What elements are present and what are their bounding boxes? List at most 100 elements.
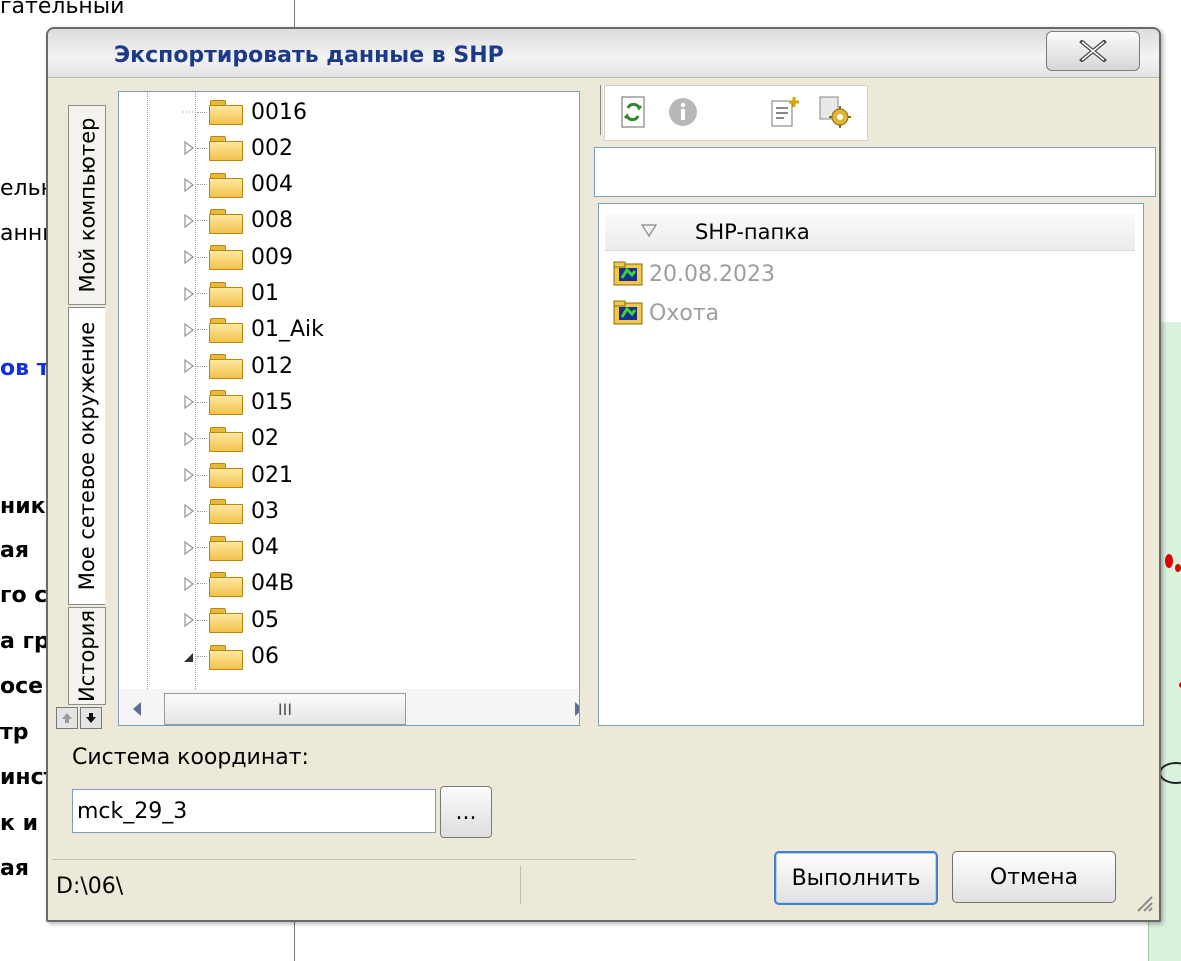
tree-connector-line [197,184,207,186]
close-button[interactable] [1046,31,1140,71]
scroll-left-icon[interactable] [131,700,143,718]
folder-icon [209,463,243,488]
cancel-button[interactable]: Отмена [952,851,1116,903]
tree-folder-item[interactable]: 04B [183,566,294,602]
shp-folder-icon [613,261,643,286]
folder-icon [209,499,243,525]
tree-folder-item[interactable]: 004 [183,167,293,203]
resize-grip-icon[interactable] [1132,891,1154,913]
tree-folder-label: 01_Aik [251,317,324,343]
tree-connector-line [197,293,207,294]
tree-connector-line [197,256,207,258]
tab-my-computer[interactable]: Мой компьютер [68,105,106,305]
shp-folder-item[interactable]: 20.08.2023 [613,256,775,292]
expand-arrow-icon[interactable] [183,322,195,337]
status-path: D:\06\ [56,874,124,899]
export-shp-dialog: Экспортировать данные в SHP Мой компьюте… [46,27,1161,922]
tree-folder-label: 04B [251,571,295,597]
scroll-grip-icon: III [277,699,293,719]
coordinate-system-field[interactable]: mck_29_3 [72,789,436,833]
folder-icon [209,136,243,162]
tab-network-label: Мое сетевое окружение [75,321,99,591]
dialog-titlebar[interactable]: Экспортировать данные в SHP [48,29,1159,78]
tree-folder-item[interactable]: 01_Aik [183,312,324,348]
tree-horizontal-scrollbar[interactable]: III [119,689,580,725]
tree-connector-line [197,510,207,512]
folder-tree[interactable]: 0016 002 004 008 009 01 01_Aik 012 015 02 021 03 04 0… [118,91,580,726]
expand-arrow-icon[interactable] [183,395,195,410]
tree-folder-label: 015 [251,389,293,415]
tree-connector-line [197,147,207,149]
tree-folder-label: 009 [251,244,293,270]
tree-connector-line [197,583,207,585]
tree-folder-item[interactable]: 04 [183,530,279,566]
expand-arrow-icon[interactable] [183,431,195,446]
arrow-down-icon [86,713,96,723]
execute-button[interactable]: Выполнить [774,851,938,905]
expand-arrow-icon[interactable] [183,286,195,301]
tab-network[interactable]: Мое сетевое окружение [68,307,105,605]
expand-arrow-icon[interactable] [183,177,195,192]
tree-folder-item[interactable]: 0016 [183,94,307,130]
arrow-up-icon [62,713,72,723]
info-button[interactable] [667,96,699,128]
folder-icon [209,571,243,597]
status-bar: D:\06\ [52,859,636,910]
expand-arrow-icon[interactable] [183,468,195,482]
new-document-button[interactable] [769,96,801,128]
dialog-title: Экспортировать данные в SHP [114,43,504,68]
sort-indicator-icon [641,224,657,238]
info-icon [669,98,697,126]
settings-button[interactable] [819,96,851,128]
tree-folder-item[interactable]: 008 [183,203,293,239]
expand-arrow-icon[interactable] [183,250,195,265]
tree-connector [183,111,195,113]
expand-arrow-icon[interactable] [183,213,195,228]
tree-folder-item[interactable]: 03 [183,493,279,529]
expand-arrow-icon[interactable] [183,613,195,628]
refresh-button[interactable] [617,96,649,128]
tree-folder-item[interactable]: 012 [183,348,293,384]
expand-arrow-icon[interactable] [183,576,195,591]
tab-history[interactable]: История [68,607,106,705]
tree-folder-item[interactable]: 05 [183,602,279,638]
expand-arrow-icon[interactable] [183,141,195,156]
folder-icon [209,281,243,307]
background-text-line: гательный [0,0,125,19]
folder-icon [209,100,243,125]
tree-folder-item[interactable]: 002 [183,130,293,166]
list-column-header[interactable]: SHP-папка [605,214,1135,251]
shp-folder-list[interactable]: SHP-папка 20.08.2023 Охота [598,203,1144,726]
tree-folder-item[interactable]: 02 [183,421,279,457]
shp-folder-label: 20.08.2023 [649,261,775,287]
expand-arrow-icon[interactable] [183,359,195,374]
folder-icon [209,317,243,343]
tree-folder-item[interactable]: 021 [183,457,293,493]
folder-icon [209,172,243,198]
tree-horizontal-scroll-thumb[interactable]: III [164,693,406,725]
scroll-right-icon[interactable] [573,700,580,718]
tree-folder-label: 01 [251,281,279,306]
folder-icon [209,426,243,452]
background-text-line: ник [0,494,46,519]
tab-scroll-arrows [56,707,102,729]
tree-folder-item[interactable]: 009 [183,239,293,275]
folder-icon [209,354,243,380]
tab-scroll-down-button[interactable] [80,707,102,729]
tree-folder-item[interactable]: 01 [183,276,279,312]
tree-folder-label: 012 [251,353,293,379]
shp-folder-item[interactable]: Охота [613,295,719,331]
coordinate-browse-button[interactable]: ... [440,786,492,838]
path-input[interactable] [594,147,1156,197]
tree-folder-item[interactable]: 015 [183,384,293,420]
expand-arrow-icon[interactable] [183,504,195,519]
tree-connector-line [197,329,207,331]
collapse-arrow-icon[interactable] [183,650,195,664]
status-separator [520,866,521,904]
tab-scroll-up-button[interactable] [56,707,78,729]
coordinate-system-label: Система координат: [72,745,309,770]
tree-folder-item[interactable]: 06 [183,639,279,675]
tree-connector-line [197,438,207,440]
tree-connector-line [197,365,207,367]
expand-arrow-icon[interactable] [183,540,195,555]
